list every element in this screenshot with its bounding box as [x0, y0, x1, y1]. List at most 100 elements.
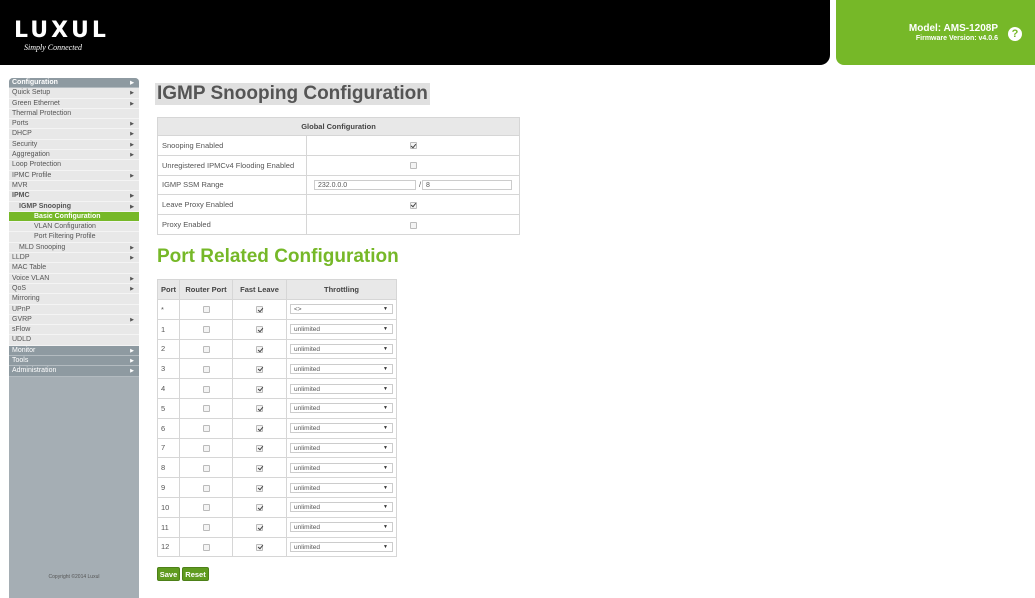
throttling-select[interactable]: unlimited ▼: [290, 343, 393, 354]
sidebar-item-dhcp[interactable]: DHCP ▶: [9, 129, 139, 140]
sidebar-item-ipmc[interactable]: IPMC ▶: [9, 191, 139, 202]
fast-leave-checkbox[interactable]: [256, 346, 263, 353]
sidebar-item-label: MAC Table: [12, 264, 47, 272]
port-number: 11: [157, 516, 180, 538]
sidebar-item-upnp[interactable]: UPnP: [9, 304, 139, 315]
fast-leave-checkbox[interactable]: [256, 464, 263, 472]
table-row: 5 unlimited ▼: [157, 397, 397, 419]
fast-leave-checkbox[interactable]: [256, 365, 263, 373]
page-title: IGMP Snooping Configuration: [155, 83, 430, 105]
fast-leave-checkbox[interactable]: [256, 405, 263, 413]
router-port-checkbox[interactable]: [202, 543, 210, 551]
sidebar-item-administration[interactable]: Administration ▶: [9, 366, 139, 377]
sidebar-item-mirroring[interactable]: Mirroring: [9, 294, 139, 305]
help-icon[interactable]: ?: [1008, 27, 1022, 41]
sidebar-item-voice-vlan[interactable]: Voice VLAN ▶: [9, 273, 139, 284]
throttling-select[interactable]: unlimited ▼: [290, 442, 393, 453]
fast-leave-checkbox[interactable]: [256, 306, 263, 314]
throttling-select[interactable]: unlimited ▼: [290, 502, 393, 513]
router-port-checkbox[interactable]: [202, 444, 210, 452]
router-port-checkbox[interactable]: [202, 346, 210, 353]
sidebar-item-gvrp[interactable]: GVRP ▶: [9, 314, 139, 326]
sidebar-item-sflow[interactable]: sFlow: [9, 325, 139, 336]
triangle-right-icon: ▶: [130, 316, 134, 323]
triangle-right-icon: ▶: [130, 131, 134, 138]
save-button[interactable]: Save: [157, 567, 180, 581]
sidebar-item-port-filtering-profile[interactable]: Port Filtering Profile: [9, 232, 139, 243]
sidebar-item-green-ethernet[interactable]: Green Ethernet ▶: [9, 98, 139, 109]
sidebar-item-monitor[interactable]: Monitor ▶: [9, 345, 139, 357]
fast-leave-checkbox[interactable]: [256, 425, 263, 433]
router-port-checkbox[interactable]: [202, 504, 210, 512]
router-port-checkbox[interactable]: [202, 464, 210, 472]
sidebar-item-qos[interactable]: QoS ▶: [9, 283, 139, 295]
sidebar-item-igmp-snooping[interactable]: IGMP Snooping ▶: [9, 201, 139, 212]
triangle-right-icon: ▶: [130, 152, 134, 159]
sidebar-item-mld-snooping[interactable]: MLD Snooping ▶: [9, 242, 139, 254]
router-port-checkbox[interactable]: [202, 425, 210, 433]
fast-leave-checkbox[interactable]: [256, 484, 263, 492]
sidebar-item-ports[interactable]: Ports ▶: [9, 119, 139, 130]
sidebar-item-quick-setup[interactable]: Quick Setup ▶: [9, 88, 139, 99]
snooping-enabled-checkbox[interactable]: [409, 142, 417, 150]
table-row: 8 unlimited ▼: [157, 457, 397, 479]
ssm-mask-input[interactable]: 8: [422, 180, 513, 190]
port-number: 1: [157, 318, 180, 340]
sidebar-item-basic-configuration[interactable]: Basic Configuration: [9, 211, 139, 223]
caret-down-icon: ▼: [383, 484, 388, 491]
fast-leave-checkbox[interactable]: [256, 444, 263, 452]
firmware-version: Firmware Version: v4.0.6: [915, 35, 998, 42]
col-header-router-port: Router Port: [179, 279, 233, 300]
sidebar-item-tools[interactable]: Tools ▶: [9, 356, 139, 367]
triangle-right-icon: ▶: [130, 347, 134, 354]
sidebar-item-mac-table[interactable]: MAC Table: [9, 263, 139, 274]
router-port-checkbox[interactable]: [202, 385, 210, 393]
table-row: 4 unlimited ▼: [157, 378, 397, 399]
throttling-value: unlimited: [294, 464, 321, 472]
ssm-address-input[interactable]: 232.0.0.0: [313, 180, 416, 190]
sidebar-item-vlan-configuration[interactable]: VLAN Configuration: [9, 222, 139, 233]
throttling-select[interactable]: unlimited ▼: [290, 403, 393, 414]
fast-leave-checkbox[interactable]: [256, 504, 263, 512]
sidebar-item-label: Monitor: [12, 346, 36, 354]
sidebar-item-configuration[interactable]: Configuration ▶: [9, 78, 139, 89]
sidebar-item-thermal-protection[interactable]: Thermal Protection: [9, 108, 139, 120]
sidebar-item-ipmc-profile[interactable]: IPMC Profile ▶: [9, 170, 139, 181]
reset-button[interactable]: Reset: [182, 567, 209, 581]
sidebar-item-label: MLD Snooping: [19, 243, 66, 251]
router-port-checkbox[interactable]: [202, 484, 210, 492]
table-row: Snooping Enabled: [157, 135, 520, 156]
throttling-select[interactable]: <> ▼: [290, 304, 393, 315]
leave-proxy-label: Leave Proxy Enabled: [157, 194, 307, 216]
router-port-checkbox[interactable]: [202, 326, 210, 334]
throttling-select[interactable]: unlimited ▼: [290, 363, 393, 374]
unregistered-flooding-checkbox[interactable]: [409, 162, 417, 170]
throttling-select[interactable]: unlimited ▼: [290, 482, 393, 493]
sidebar-item-aggregation[interactable]: Aggregation ▶: [9, 150, 139, 161]
sidebar-item-udld[interactable]: UDLD: [9, 335, 139, 346]
fast-leave-checkbox[interactable]: [256, 385, 263, 393]
sidebar-item-lldp[interactable]: LLDP ▶: [9, 253, 139, 264]
logo-text: LUXUL: [14, 18, 109, 43]
leave-proxy-checkbox[interactable]: [409, 201, 417, 209]
throttling-select[interactable]: unlimited ▼: [290, 324, 393, 335]
throttling-select[interactable]: unlimited ▼: [290, 541, 393, 552]
throttling-select[interactable]: unlimited ▼: [290, 423, 393, 434]
throttling-select[interactable]: unlimited ▼: [290, 383, 393, 394]
router-port-checkbox[interactable]: [202, 524, 210, 532]
throttling-select[interactable]: unlimited ▼: [290, 522, 393, 533]
router-port-checkbox[interactable]: [202, 306, 210, 314]
port-number: 10: [157, 496, 180, 518]
fast-leave-checkbox[interactable]: [256, 326, 263, 334]
sidebar-item-security[interactable]: Security ▶: [9, 139, 139, 151]
sidebar-item-loop-protection[interactable]: Loop Protection: [9, 160, 139, 171]
router-port-checkbox[interactable]: [202, 365, 210, 373]
fast-leave-checkbox[interactable]: [256, 543, 263, 551]
router-port-checkbox[interactable]: [202, 405, 210, 413]
proxy-enabled-checkbox[interactable]: [409, 221, 417, 229]
triangle-right-icon: ▶: [130, 141, 134, 148]
sidebar-item-mvr[interactable]: MVR: [9, 180, 139, 192]
triangle-right-icon: ▶: [130, 275, 134, 282]
fast-leave-checkbox[interactable]: [256, 524, 263, 532]
throttling-select[interactable]: unlimited ▼: [290, 462, 393, 473]
